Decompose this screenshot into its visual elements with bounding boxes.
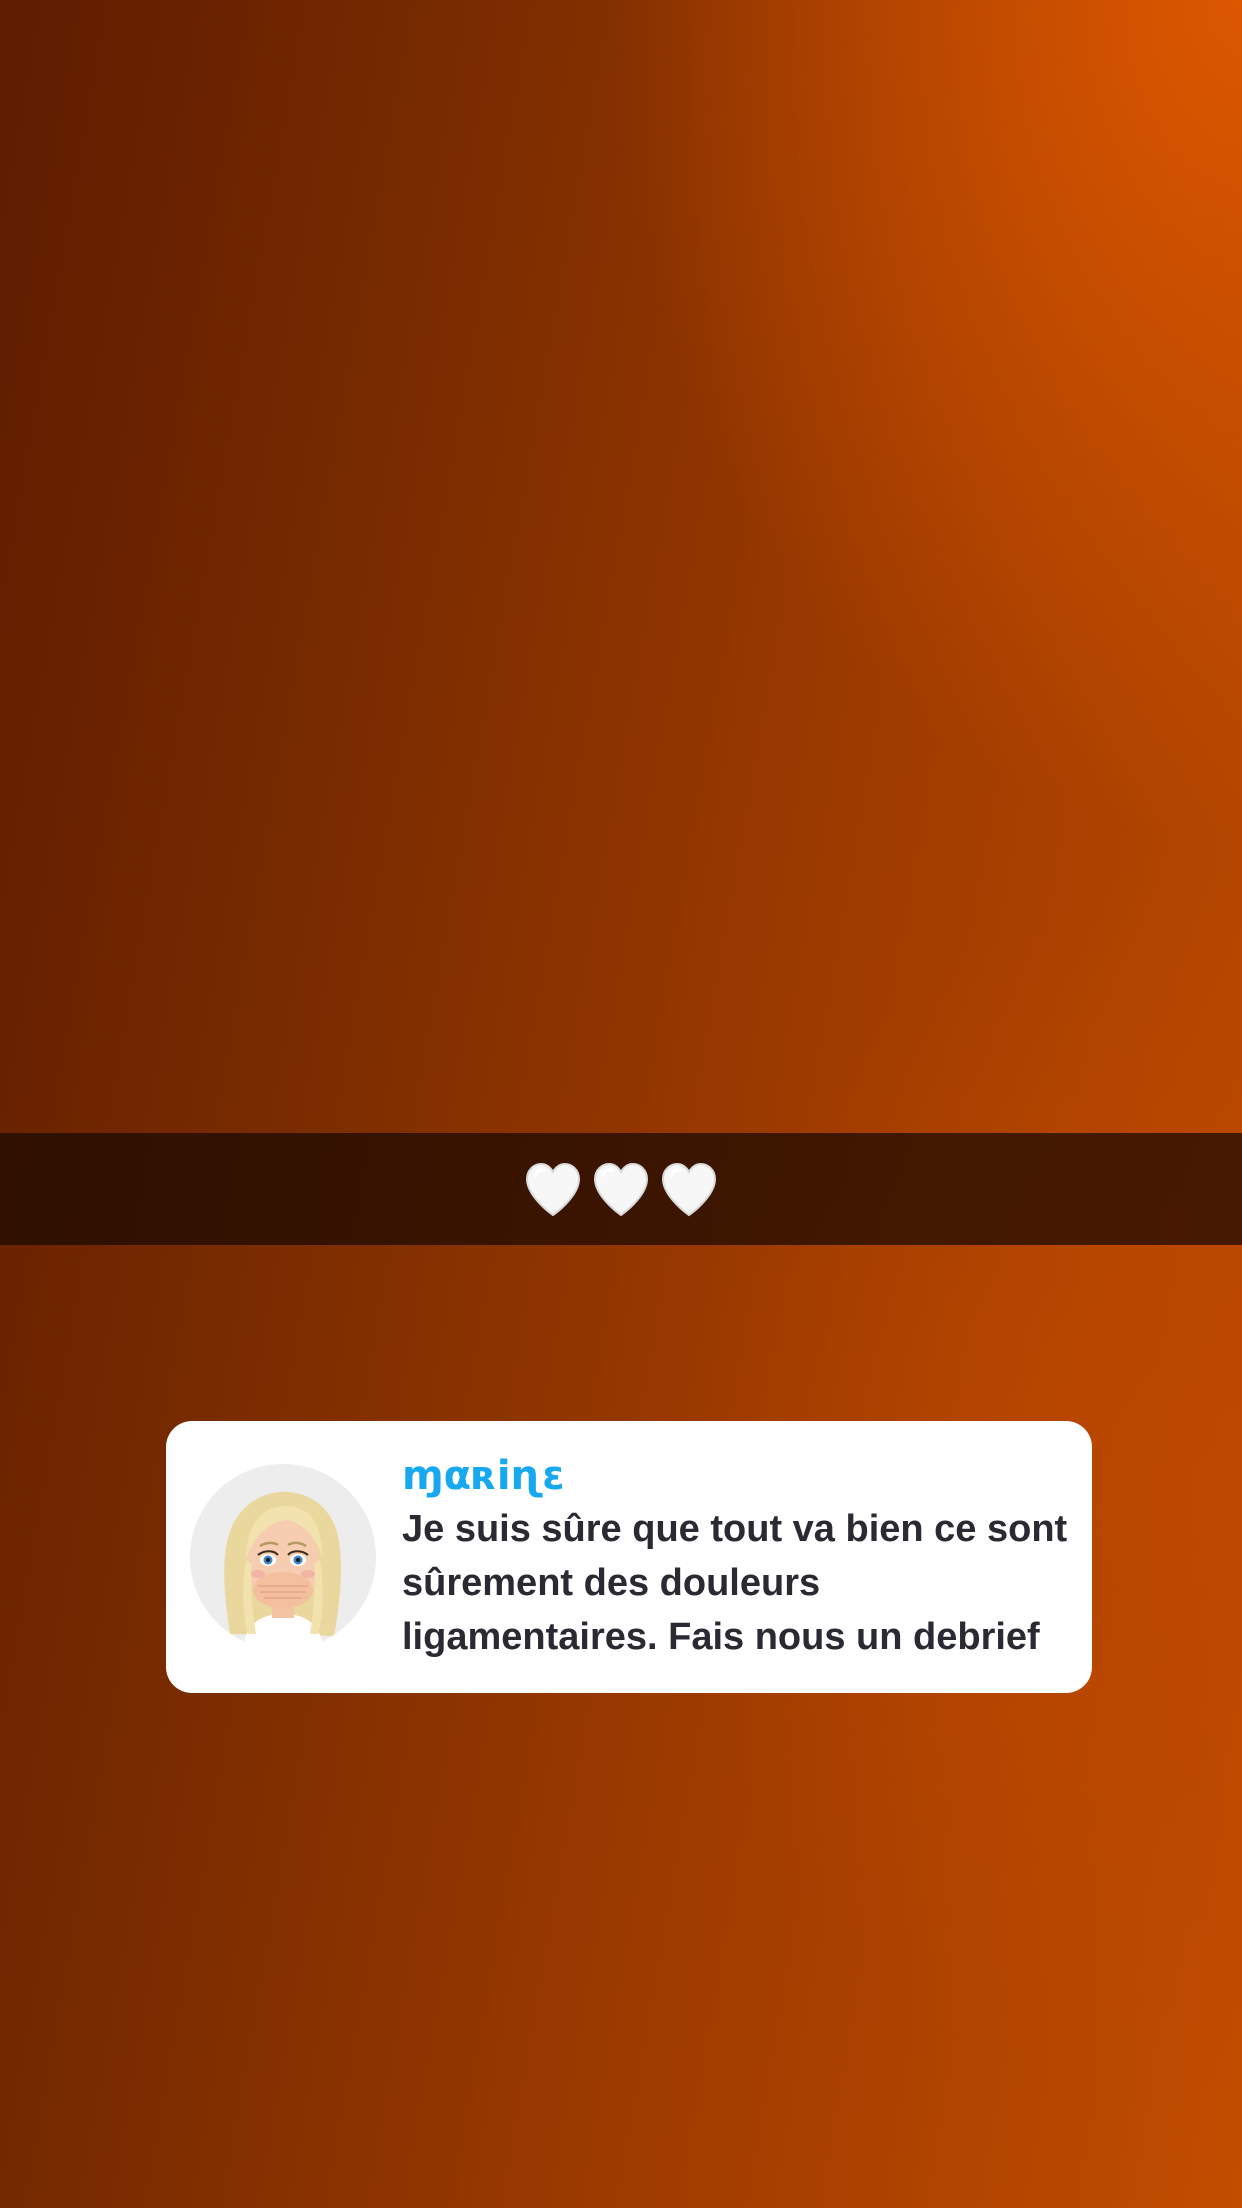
reply-comment-sticker[interactable]: ɱαʀiɳɛ Je suis sûre que tout va bien ce … xyxy=(166,1421,1092,1693)
avatar[interactable] xyxy=(190,1464,376,1650)
story-background xyxy=(0,0,1242,2208)
white-heart-icon xyxy=(593,1162,649,1217)
white-heart-icon xyxy=(525,1162,581,1217)
white-heart-icon xyxy=(661,1162,717,1217)
comment-body: ɱαʀiɳɛ Je suis sûre que tout va bien ce … xyxy=(402,1450,1068,1664)
bitmoji-avatar-icon xyxy=(190,1464,376,1650)
comment-message: Je suis sûre que tout va bien ce sont sû… xyxy=(402,1508,1068,1658)
comment-username[interactable]: ɱαʀiɳɛ xyxy=(402,1450,1068,1502)
story-caption-bar xyxy=(0,1133,1242,1245)
caption-hearts xyxy=(523,1161,719,1217)
